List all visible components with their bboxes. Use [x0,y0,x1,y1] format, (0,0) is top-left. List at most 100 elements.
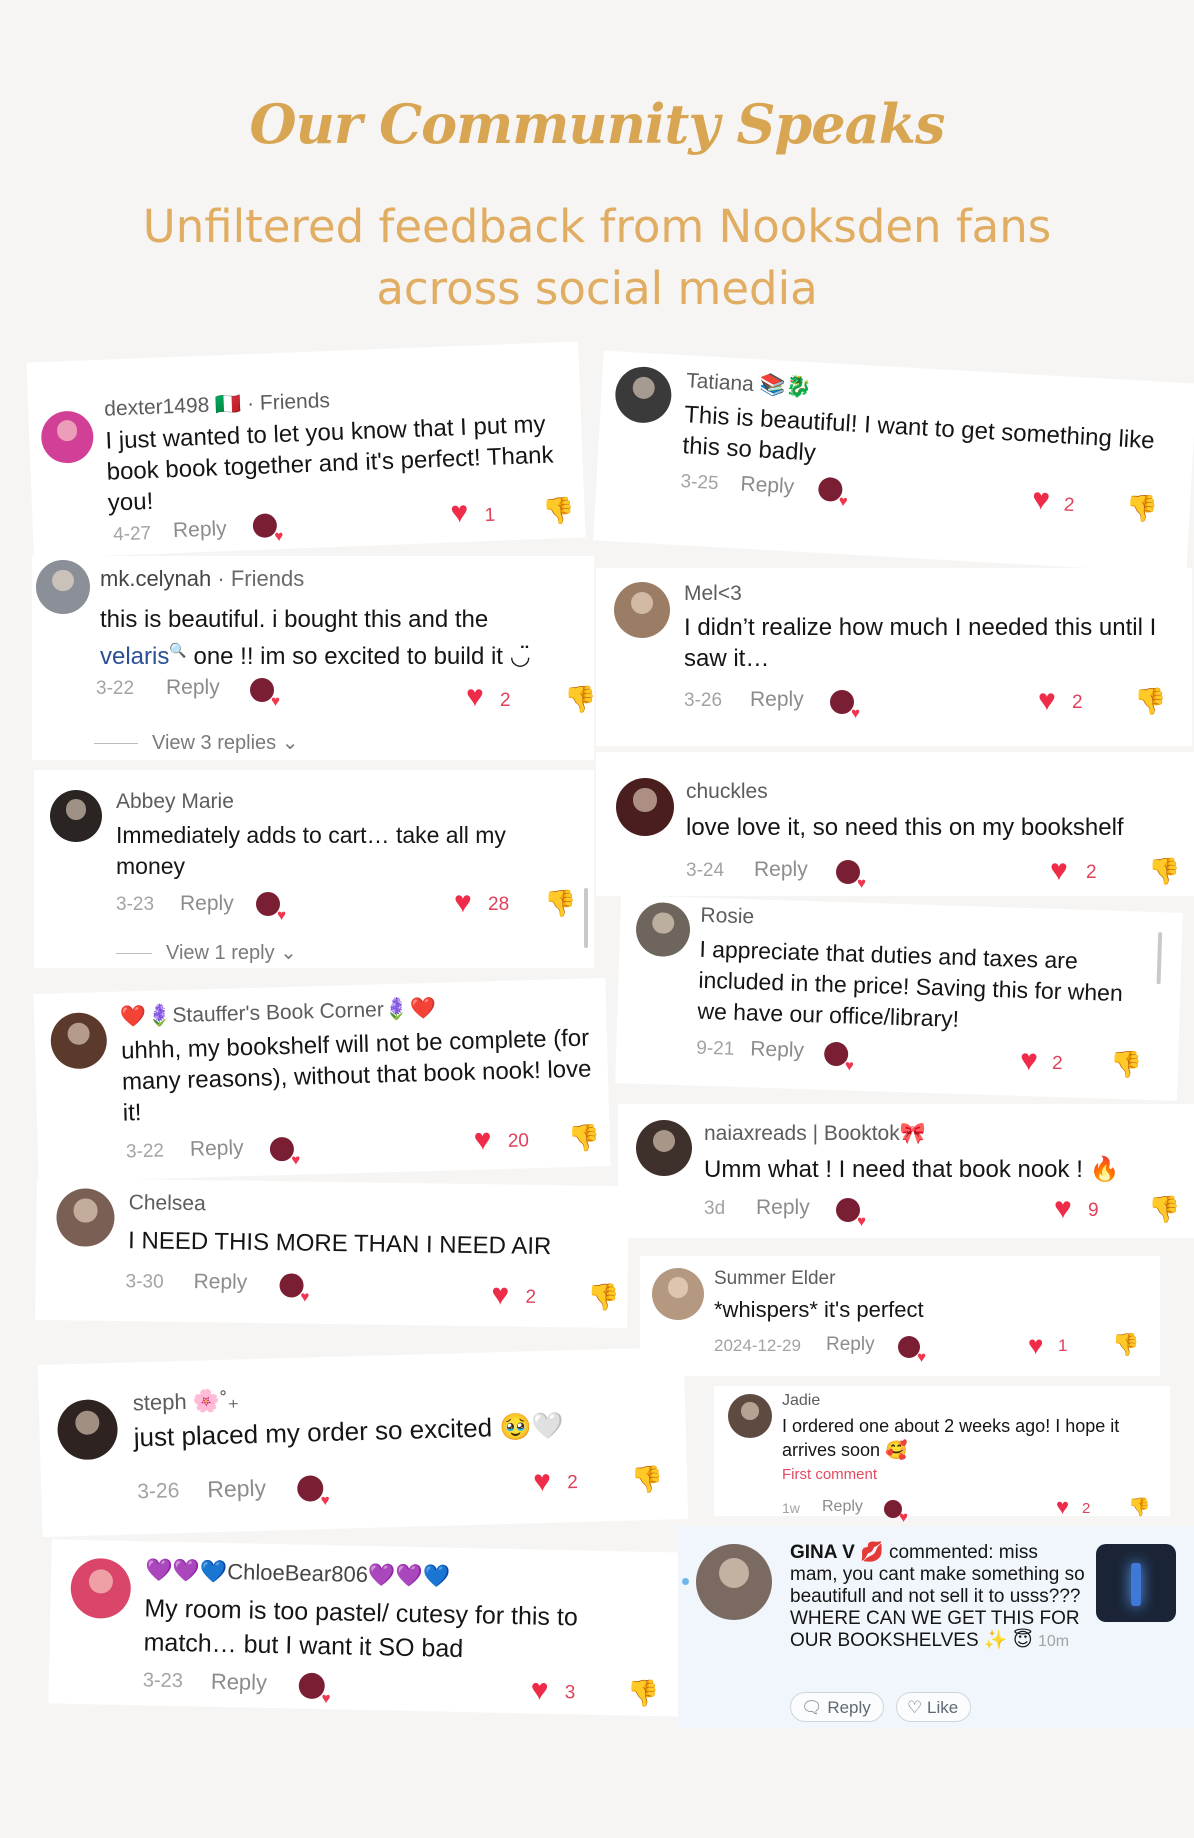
thumbs-down-icon[interactable]: 👎 [564,686,596,712]
thumbs-down-icon[interactable]: 👎 [1112,1334,1139,1356]
reply-button[interactable]: Reply [756,1196,810,1220]
heart-icon[interactable]: ♥ [1050,856,1068,886]
thumbs-down-icon[interactable]: 👎 [631,1464,664,1495]
subtitle-line-1: Unfiltered feedback from Nooksden fans [142,200,1052,253]
view-replies-button[interactable]: View 3 replies ⌄ [94,730,298,755]
thumbs-down-icon[interactable]: 👎 [1128,1498,1150,1516]
reply-button[interactable]: Reply [180,892,234,916]
view-replies-button[interactable]: View 1 reply ⌄ [116,940,297,965]
reply-button[interactable]: Reply [750,1037,804,1063]
thumbs-down-icon[interactable]: 👎 [1134,688,1166,714]
comment-date: 3-24 [686,860,725,881]
heart-icon[interactable]: ♥ [530,1673,548,1706]
search-icon: 🔍 [169,642,187,658]
heart-outline-icon: ♡ [907,1698,923,1717]
heart-icon[interactable]: ♥ [466,682,484,712]
like-count: 20 [507,1130,530,1152]
username-text: mk.celynah [100,566,212,591]
heart-icon[interactable]: ♥ [491,1278,509,1311]
reply-button[interactable]: Reply [211,1669,268,1696]
scrollbar[interactable] [1156,932,1163,985]
heart-icon[interactable]: ♥ [450,496,469,530]
thumbs-down-icon[interactable]: 👎 [626,1677,659,1708]
video-thumbnail[interactable] [1096,1544,1176,1622]
comment-card-stauffer: ❤️🪻Stauffer's Book Corner🪻❤️ uhhh, my bo… [33,978,611,1182]
notification-card-gina: GINA V 💋 commented: miss mam, you cant m… [678,1526,1194,1728]
heart-icon[interactable]: ♥ [473,1123,492,1156]
reply-button[interactable]: Reply [754,858,808,882]
like-count: 1 [484,504,496,527]
subtitle-line-2: across social media [376,262,818,315]
avatar [613,365,673,425]
thumbs-down-icon[interactable]: 👎 [544,890,576,916]
reply-button[interactable]: Reply [193,1270,247,1295]
like-count: 9 [1088,1200,1099,1221]
scrollbar[interactable] [584,888,588,948]
heart-icon[interactable]: ♥ [1056,1496,1069,1518]
heart-icon[interactable]: ♥ [1031,483,1051,517]
heart-icon[interactable]: ♥ [1028,1332,1043,1358]
avatar [50,1012,108,1070]
comment-card-jadie: Jadie I ordered one about 2 weeks ago! I… [714,1386,1170,1525]
username: Abbey Marie [116,790,234,813]
thumbs-down-icon[interactable]: 👎 [1110,1049,1143,1080]
like-count: 2 [1086,862,1097,883]
username: steph 🌸˚₊ [132,1387,240,1416]
like-count: 2 [1051,1052,1063,1075]
like-button[interactable]: ♡ Like [896,1692,972,1722]
comment-date: 4-27 [112,523,152,546]
username: Summer Elder [714,1268,836,1289]
reply-button[interactable]: Reply [826,1334,875,1356]
reply-button[interactable]: Reply [166,676,220,700]
thumbs-down-icon[interactable]: 👎 [1148,858,1180,884]
avatar [56,1188,115,1247]
reply-button[interactable]: Reply [740,472,795,499]
heart-icon[interactable]: ♥ [1020,1044,1039,1078]
creator-liked-icon [823,1041,849,1067]
comment-date: 3-22 [96,678,135,699]
comment-text: Umm what ! I need that book nook ! 🔥 [704,1156,1120,1183]
comment-card-mkcelynah: mk.celynah · Friends this is beautiful. … [32,556,596,760]
action-text: commented: [883,1542,999,1563]
comment-text: just placed my order so excited 🥹🤍 [133,1410,565,1453]
like-count: 28 [488,894,510,915]
chevron-down-icon: ⌄ [281,732,299,754]
username: Tatiana 📚🐉 [685,369,813,400]
comment-card-steph: steph 🌸˚₊ just placed my order so excite… [37,1347,689,1537]
like-count: 2 [500,690,511,711]
heart-icon[interactable]: ♥ [454,888,472,918]
thumbs-down-icon[interactable]: 👎 [1148,1196,1180,1222]
notification-text: GINA V 💋 commented: miss mam, you cant m… [790,1542,1090,1653]
avatar [40,410,95,465]
reply-button[interactable]: 🗨 Reply [790,1692,884,1722]
username: Mel<3 [684,582,742,605]
reply-button[interactable]: Reply [822,1498,863,1516]
username: 💜💜💙ChloeBear806💜💜💙 [144,1557,451,1589]
creator-liked-icon [836,860,866,891]
reply-button[interactable]: Reply [207,1475,267,1504]
like-count: 2 [525,1286,537,1308]
reply-label: Reply [827,1698,871,1717]
thumbs-down-icon[interactable]: 👎 [1125,492,1159,524]
comment-text: uhhh, my bookshelf will not be complete … [120,1024,592,1127]
search-tag-link[interactable]: velaris🔍 [100,642,187,670]
thumbs-down-icon[interactable]: 👎 [567,1122,600,1153]
heart-icon[interactable]: ♥ [1038,686,1056,716]
reply-button[interactable]: Reply [190,1136,244,1161]
comment-date: 3-26 [684,690,723,711]
like-count: 1 [1058,1336,1068,1355]
heart-icon[interactable]: ♥ [533,1465,552,1498]
reply-button[interactable]: Reply [173,517,228,543]
reply-button[interactable]: Reply [750,688,804,712]
comment-card-chloebear: 💜💜💙ChloeBear806💜💜💙 My room is too pastel… [48,1539,686,1717]
comment-date: 9-21 [695,1037,735,1060]
comment-date: 3d [704,1198,726,1219]
thumbs-down-icon[interactable]: 👎 [542,495,576,526]
heart-icon[interactable]: ♥ [1054,1194,1072,1224]
page-title: Our Community Speaks [249,92,946,156]
thumbs-down-icon[interactable]: 👎 [587,1282,620,1312]
creator-liked-icon [898,1336,926,1365]
username: Rosie [700,903,755,929]
avatar [614,582,670,638]
comment-text: this is beautiful. i bought this and the… [100,604,580,672]
